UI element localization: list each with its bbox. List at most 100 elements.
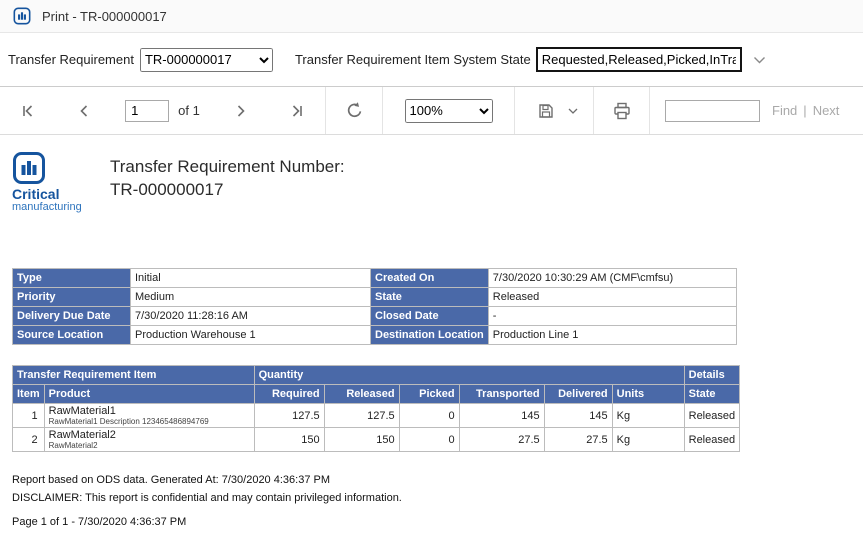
- group-header-details: Details: [684, 366, 739, 385]
- window-titlebar: Print - TR-000000017: [0, 0, 863, 33]
- delivered-cell: 145: [544, 404, 612, 428]
- column-header: Delivered: [544, 385, 612, 404]
- state-dropdown-chevron-icon[interactable]: [753, 56, 766, 64]
- units-cell: Kg: [612, 428, 684, 452]
- column-header: Units: [612, 385, 684, 404]
- column-header: Transported: [459, 385, 544, 404]
- transfer-requirement-label: Transfer Requirement: [8, 52, 134, 67]
- table-row: Delivery Due Date 7/30/2020 11:28:16 AM …: [13, 307, 737, 326]
- detail-label: Created On: [371, 269, 489, 288]
- column-header: Item: [13, 385, 45, 404]
- delivered-cell: 27.5: [544, 428, 612, 452]
- product-cell: RawMaterial2 RawMaterial2: [44, 428, 254, 452]
- column-header: Required: [254, 385, 324, 404]
- units-cell: Kg: [612, 404, 684, 428]
- zoom-group: 100%: [383, 87, 514, 134]
- group-header-quantity: Quantity: [254, 366, 684, 385]
- item-system-state-input[interactable]: [536, 47, 742, 72]
- brand-name-top: Critical: [12, 188, 100, 201]
- find-link[interactable]: Find: [772, 103, 797, 118]
- state-cell: Released: [684, 404, 739, 428]
- detail-value: -: [488, 307, 736, 326]
- picked-cell: 0: [399, 404, 459, 428]
- brand-name-bottom: manufacturing: [12, 201, 100, 213]
- required-cell: 150: [254, 428, 324, 452]
- item-number-cell: 1: [13, 404, 45, 428]
- detail-label: State: [371, 288, 489, 307]
- detail-value: 7/30/2020 11:28:16 AM: [131, 307, 371, 326]
- next-link[interactable]: Next: [813, 103, 840, 118]
- table-row: Priority Medium State Released: [13, 288, 737, 307]
- page-number-input[interactable]: [125, 100, 169, 122]
- parameter-bar: Transfer Requirement TR-000000017 Transf…: [0, 33, 863, 87]
- save-icon: [537, 102, 555, 120]
- report-title: Transfer Requirement Number: TR-00000001…: [110, 151, 345, 201]
- detail-value: Production Warehouse 1: [131, 326, 371, 345]
- transported-cell: 145: [459, 404, 544, 428]
- detail-label: Closed Date: [371, 307, 489, 326]
- print-button[interactable]: [606, 95, 638, 127]
- detail-label: Priority: [13, 288, 131, 307]
- column-header: Picked: [399, 385, 459, 404]
- footer-disclaimer-line: DISCLAIMER: This report is confidential …: [12, 492, 863, 504]
- find-next-separator: |: [803, 103, 806, 118]
- report-toolbar: of 1 100% Find: [0, 87, 863, 135]
- column-header: Released: [324, 385, 399, 404]
- report-footer: Report based on ODS data. Generated At: …: [12, 474, 863, 528]
- previous-page-button[interactable]: [70, 97, 98, 125]
- table-row: Type Initial Created On 7/30/2020 10:30:…: [13, 269, 737, 288]
- detail-value: Initial: [131, 269, 371, 288]
- details-table: Type Initial Created On 7/30/2020 10:30:…: [12, 268, 737, 345]
- previous-page-icon: [76, 103, 92, 119]
- transported-cell: 27.5: [459, 428, 544, 452]
- product-description: RawMaterial1 Description 123465486894769: [49, 417, 250, 426]
- transfer-requirement-select[interactable]: TR-000000017: [140, 48, 273, 72]
- export-dropdown-chevron-icon[interactable]: [568, 108, 578, 114]
- find-group: Find | Next: [650, 87, 863, 134]
- item-system-state-label: Transfer Requirement Item System State: [295, 52, 531, 67]
- released-cell: 127.5: [324, 404, 399, 428]
- group-header-row: Transfer Requirement Item Quantity Detai…: [13, 366, 740, 385]
- report-title-line2: TR-000000017: [110, 178, 345, 201]
- footer-page-line: Page 1 of 1 - 7/30/2020 4:36:37 PM: [12, 516, 863, 528]
- refresh-icon: [345, 101, 364, 120]
- table-row: Source Location Production Warehouse 1 D…: [13, 326, 737, 345]
- last-page-button[interactable]: [283, 97, 311, 125]
- zoom-select[interactable]: 100%: [405, 99, 493, 123]
- footer-generated-line: Report based on ODS data. Generated At: …: [12, 474, 863, 486]
- detail-value: Released: [488, 288, 736, 307]
- page-navigation-group: of 1: [0, 87, 325, 134]
- print-group: [594, 87, 649, 134]
- product-cell: RawMaterial1 RawMaterial1 Description 12…: [44, 404, 254, 428]
- window-title: Print - TR-000000017: [42, 9, 167, 24]
- find-input[interactable]: [665, 100, 760, 122]
- released-cell: 150: [324, 428, 399, 452]
- detail-value: 7/30/2020 10:30:29 AM (CMF\cmfsu): [488, 269, 736, 288]
- next-page-icon: [233, 103, 249, 119]
- detail-label: Destination Location: [371, 326, 489, 345]
- table-row: 1 RawMaterial1 RawMaterial1 Description …: [13, 404, 740, 428]
- detail-label: Delivery Due Date: [13, 307, 131, 326]
- refresh-button[interactable]: [339, 95, 370, 126]
- report-body: Critical manufacturing Transfer Requirem…: [0, 135, 863, 528]
- next-page-button[interactable]: [227, 97, 255, 125]
- product-name: RawMaterial1: [49, 405, 250, 417]
- table-row: 2 RawMaterial2 RawMaterial2 150 150 0 27…: [13, 428, 740, 452]
- state-cell: Released: [684, 428, 739, 452]
- company-logo: Critical manufacturing: [12, 151, 100, 213]
- first-page-button[interactable]: [14, 97, 42, 125]
- logo-mark-icon: [12, 151, 46, 185]
- export-group: [515, 87, 593, 134]
- item-number-cell: 2: [13, 428, 45, 452]
- product-name: RawMaterial2: [49, 429, 250, 441]
- detail-label: Source Location: [13, 326, 131, 345]
- detail-label: Type: [13, 269, 131, 288]
- export-button[interactable]: [531, 96, 561, 126]
- picked-cell: 0: [399, 428, 459, 452]
- report-header: Critical manufacturing Transfer Requirem…: [12, 151, 863, 213]
- page-count-label: of 1: [178, 103, 200, 118]
- column-header-row: Item Product Required Released Picked Tr…: [13, 385, 740, 404]
- column-header: State: [684, 385, 739, 404]
- last-page-icon: [289, 103, 305, 119]
- report-title-line1: Transfer Requirement Number:: [110, 155, 345, 178]
